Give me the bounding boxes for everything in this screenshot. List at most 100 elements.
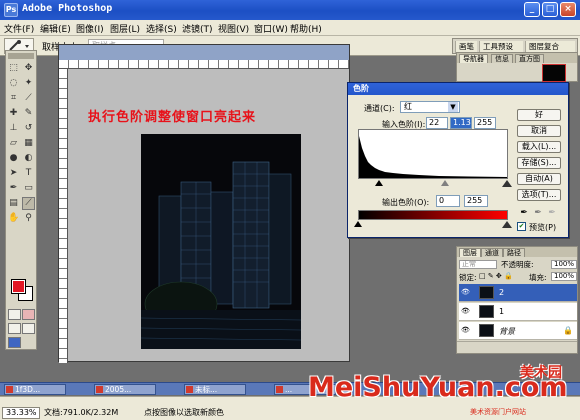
layer-row[interactable]: 👁 背景 🔒 — [459, 322, 577, 340]
vertical-ruler — [59, 69, 68, 363]
shape-tool-icon[interactable]: ▭ — [22, 182, 35, 195]
move-tool-icon[interactable]: ✥ — [22, 62, 35, 75]
window-title: Adobe Photoshop — [22, 3, 113, 14]
fill-label: 填充: — [529, 273, 547, 282]
menu-window[interactable]: 窗口(W) — [254, 22, 288, 35]
layer-thumbnail — [479, 324, 494, 337]
quick-mask-mode-icon[interactable] — [22, 309, 35, 320]
notes-tool-icon[interactable]: ▤ — [7, 197, 20, 210]
input-black-slider[interactable] — [375, 180, 383, 186]
white-eyedropper-icon[interactable]: ✒ — [546, 207, 558, 219]
gray-eyedropper-icon[interactable]: ✒ — [532, 207, 544, 219]
zoom-tool-icon[interactable]: ⚲ — [22, 212, 35, 225]
lock-icon: 🔒 — [563, 326, 573, 335]
document-icon — [276, 386, 283, 393]
path-select-icon[interactable]: ➤ — [7, 167, 20, 180]
hand-tool-icon[interactable]: ✋ — [7, 212, 20, 225]
input-white-slider[interactable] — [502, 179, 512, 187]
document-icon — [186, 386, 193, 393]
black-eyedropper-icon[interactable]: ✒ — [518, 207, 530, 219]
gradient-tool-icon[interactable]: ▦ — [22, 137, 35, 150]
clone-stamp-icon[interactable]: ⊥ — [7, 122, 20, 135]
tab-info[interactable]: 信息 — [491, 54, 513, 63]
blur-tool-icon[interactable]: ● — [7, 152, 20, 165]
document-size-info[interactable]: 文档:791.0K/2.32M — [44, 407, 140, 419]
input-white-field[interactable]: 255 — [474, 117, 496, 129]
channel-select[interactable]: 红 ▼ — [400, 101, 460, 113]
photo-buildings — [141, 134, 301, 349]
foreground-color-swatch[interactable] — [11, 279, 26, 294]
brush-tool-icon[interactable]: ✎ — [22, 107, 35, 120]
lock-icons[interactable]: □ ✎ ✥ 🔒 — [479, 272, 513, 280]
ok-button[interactable]: 好 — [517, 109, 561, 121]
tab-navigator[interactable]: 导航器 — [459, 54, 488, 63]
channel-select-value: 红 — [404, 102, 412, 111]
jump-to-imageready-icon[interactable] — [8, 337, 21, 348]
pen-tool-icon[interactable]: ✒ — [7, 182, 20, 195]
document-title-bar[interactable] — [59, 45, 349, 60]
healing-brush-icon[interactable]: ✚ — [7, 107, 20, 120]
zoom-field[interactable]: 33.33% — [2, 407, 40, 419]
menu-help[interactable]: 帮助(H) — [290, 22, 322, 35]
tab-layers[interactable]: 图层 — [459, 248, 481, 257]
output-black-slider[interactable] — [354, 221, 362, 227]
tab-paths[interactable]: 路径 — [503, 248, 525, 257]
city-night-photo[interactable] — [141, 134, 301, 349]
screen-mode-standard-icon[interactable] — [8, 323, 21, 334]
layer-row[interactable]: 👁 1 — [459, 303, 577, 321]
cancel-button[interactable]: 取消 — [517, 125, 561, 137]
save-button[interactable]: 存储(S)... — [517, 157, 561, 169]
screen-mode-full-icon[interactable] — [22, 323, 35, 334]
output-white-field[interactable]: 255 — [464, 195, 488, 207]
crop-tool-icon[interactable]: ⌗ — [7, 92, 20, 105]
eye-icon[interactable]: 👁 — [461, 288, 470, 297]
eye-icon[interactable]: 👁 — [461, 307, 470, 316]
eye-icon[interactable]: 👁 — [461, 326, 470, 335]
magic-wand-icon[interactable]: ✦ — [22, 77, 35, 90]
blend-mode-select[interactable]: 正常 — [459, 260, 497, 269]
navigator-thumbnail[interactable] — [542, 64, 566, 82]
levels-title-bar[interactable]: 色阶 — [348, 83, 568, 95]
menu-view[interactable]: 视图(V) — [218, 22, 249, 35]
menu-layer[interactable]: 图层(L) — [110, 22, 140, 35]
histogram-graph — [359, 136, 507, 178]
layer-row[interactable]: 👁 2 — [459, 284, 577, 302]
input-gamma-slider[interactable] — [441, 180, 449, 186]
opacity-field[interactable]: 100% — [551, 260, 577, 269]
toolbox-grip[interactable] — [8, 53, 34, 59]
history-brush-icon[interactable]: ↺ — [22, 122, 35, 135]
output-black-field[interactable]: 0 — [436, 195, 460, 207]
canvas-area[interactable]: 执行色阶调整使窗口亮起来 — [68, 69, 349, 361]
layers-bottom-toolbar — [457, 341, 577, 353]
menu-filter[interactable]: 滤镜(T) — [182, 22, 213, 35]
taskbar-item[interactable]: 1f3D... — [4, 384, 66, 395]
close-button[interactable]: × — [560, 2, 576, 17]
output-white-slider[interactable] — [502, 220, 512, 228]
slice-tool-icon[interactable]: ⟋ — [22, 92, 35, 105]
input-gamma-field[interactable]: 1.13 — [450, 117, 472, 129]
taskbar-item[interactable]: 未标... — [184, 384, 246, 395]
taskbar-item[interactable]: 2005... — [94, 384, 156, 395]
input-black-field[interactable]: 22 — [426, 117, 448, 129]
marquee-tool-icon[interactable]: ⬚ — [7, 62, 20, 75]
standard-mode-icon[interactable] — [8, 309, 21, 320]
dodge-tool-icon[interactable]: ◐ — [22, 152, 35, 165]
menu-image[interactable]: 图像(I) — [76, 22, 104, 35]
type-tool-icon[interactable]: T — [22, 167, 35, 180]
fill-field[interactable]: 100% — [551, 272, 577, 281]
menu-select[interactable]: 选择(S) — [146, 22, 177, 35]
menu-edit[interactable]: 编辑(E) — [40, 22, 71, 35]
lasso-tool-icon[interactable]: ◌ — [7, 77, 20, 90]
tab-histogram[interactable]: 直方图 — [515, 54, 544, 63]
preview-checkbox[interactable]: ✔ — [517, 222, 526, 231]
load-button[interactable]: 载入(L)... — [517, 141, 561, 153]
menu-file[interactable]: 文件(F) — [4, 22, 34, 35]
eraser-tool-icon[interactable]: ▱ — [7, 137, 20, 150]
tab-channels[interactable]: 通道 — [481, 248, 503, 257]
options-button[interactable]: 选项(T)... — [517, 189, 561, 201]
watermark-logo-chinese: 美术园 — [520, 365, 562, 381]
minimize-button[interactable]: _ — [524, 2, 540, 17]
auto-button[interactable]: 自动(A) — [517, 173, 561, 185]
eyedropper-tool-icon[interactable]: ⟋ — [22, 197, 35, 210]
maximize-button[interactable]: □ — [542, 2, 558, 17]
